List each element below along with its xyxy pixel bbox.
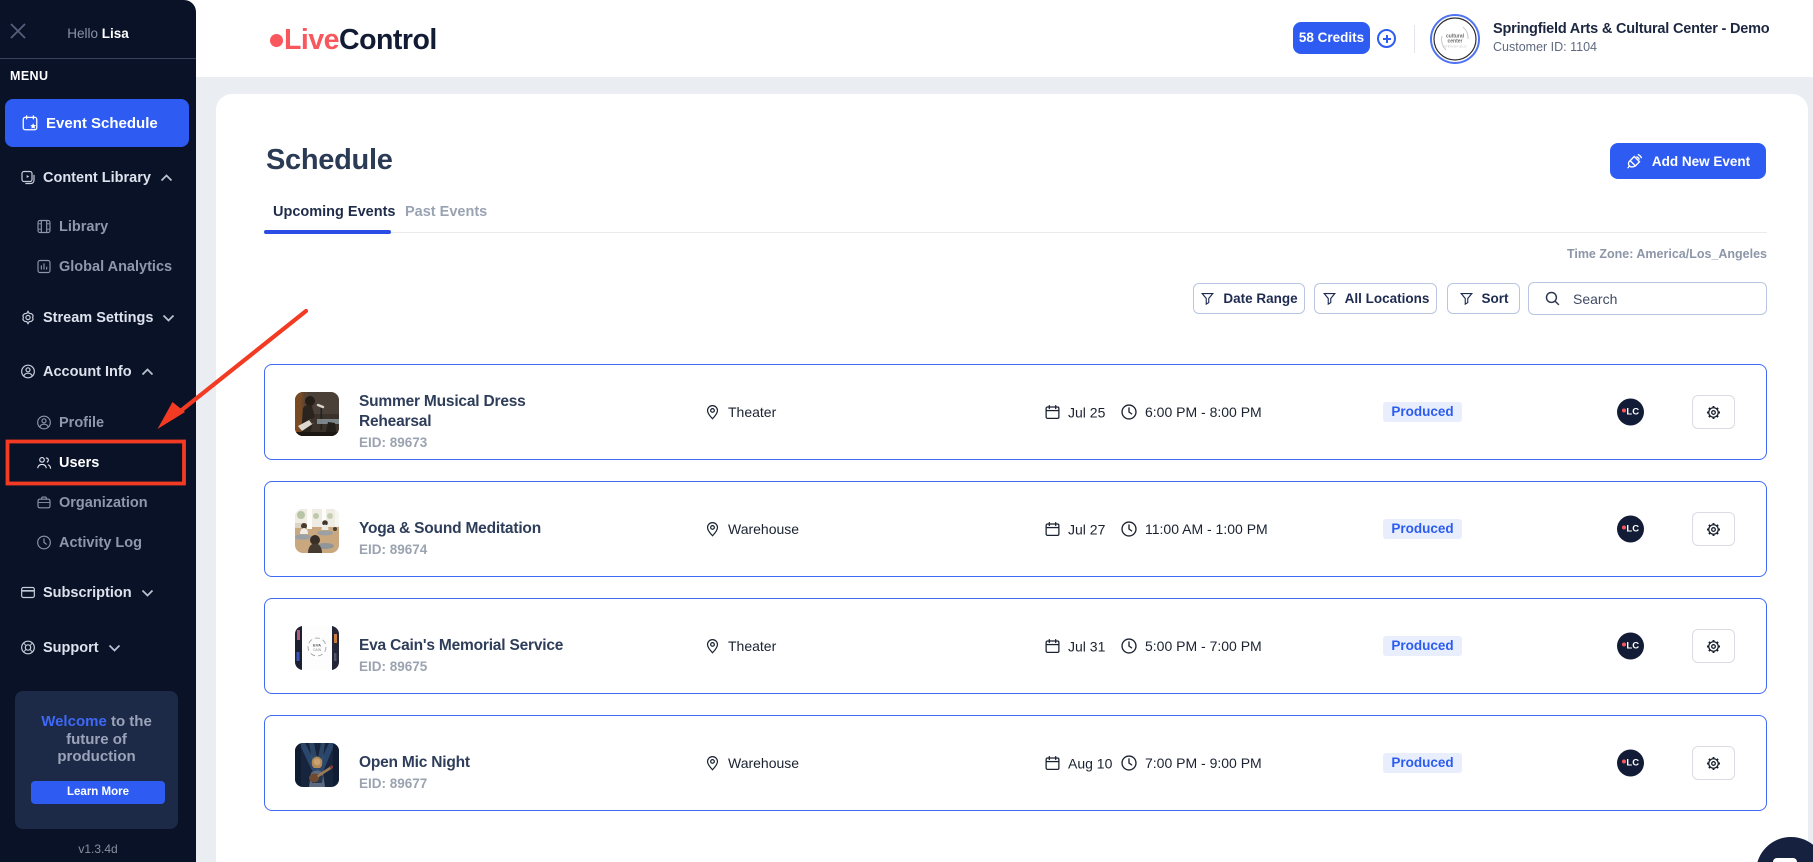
svg-text:EVA: EVA xyxy=(313,643,321,648)
svg-text:SPRINGFIELD: SPRINGFIELD xyxy=(1443,45,1467,49)
svg-text:CAIN: CAIN xyxy=(313,648,322,652)
svg-text:center: center xyxy=(1447,39,1462,45)
